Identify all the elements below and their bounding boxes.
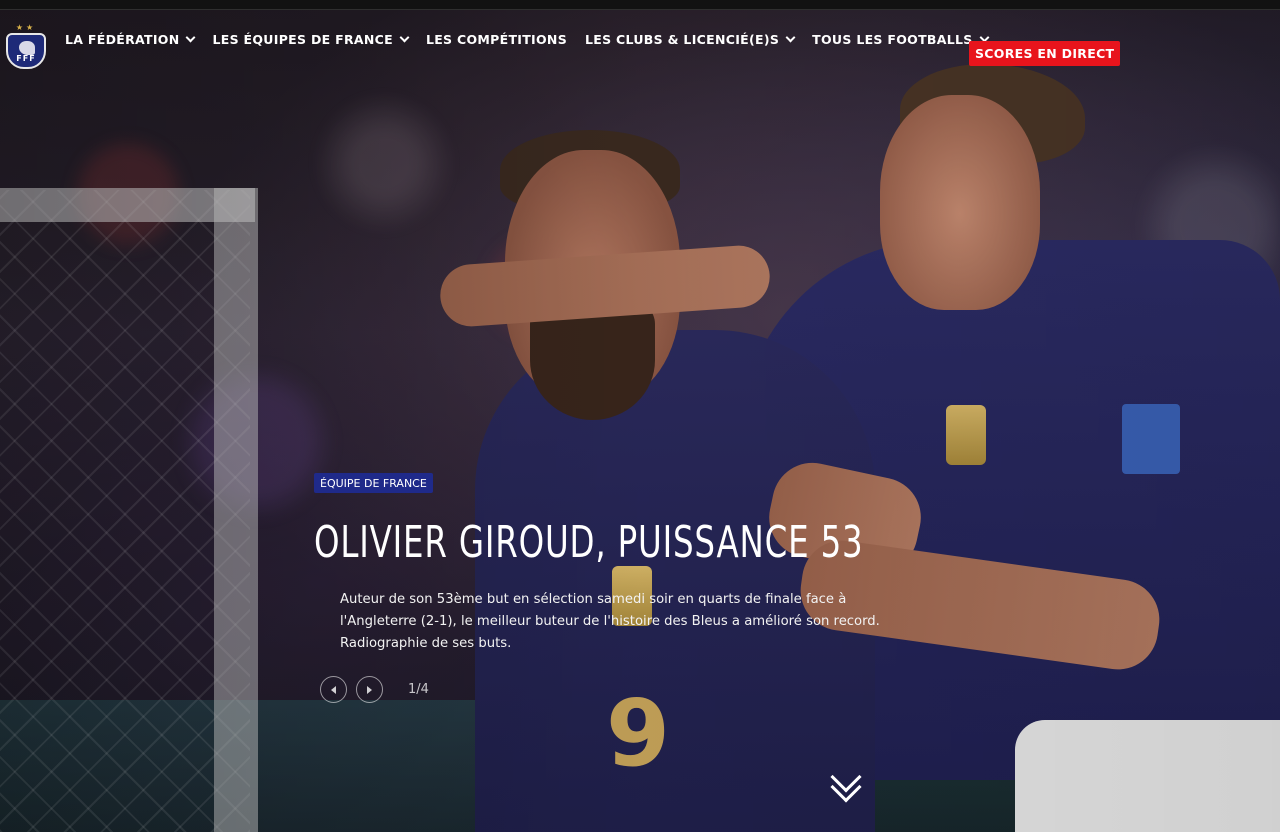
nav-item-competitions[interactable]: LES COMPÉTITIONS [426, 32, 567, 47]
nav-item-label: LES COMPÉTITIONS [425, 32, 567, 47]
nav-item-clubs-licencies[interactable]: LES CLUBS & LICENCIÉ(E)S [585, 32, 796, 47]
fff-logo[interactable]: ★★ FFF [5, 23, 47, 69]
slide-counter: 1/4 [408, 682, 429, 697]
category-tag[interactable]: ÉQUIPE DE FRANCE [314, 473, 433, 493]
top-strip [0, 0, 1280, 10]
slider-prev-button[interactable] [320, 676, 347, 703]
nav-menu: LA FÉDÉRATION LES ÉQUIPES DE FRANCE LES … [65, 32, 989, 47]
logo-text: FFF [16, 54, 36, 63]
nav-item-label: LA FÉDÉRATION [65, 32, 180, 47]
chevron-down-icon [399, 32, 410, 43]
article-summary: Auteur de son 53ème but en sélection sam… [340, 592, 880, 651]
nav-item-label: TOUS LES FOOTBALLS [812, 32, 973, 47]
slider-next-button[interactable] [356, 676, 383, 703]
scroll-down-button[interactable] [829, 761, 865, 804]
nav-item-label: LES CLUBS & LICENCIÉ(E)S [585, 32, 780, 47]
nav-item-label: LES ÉQUIPES DE FRANCE [212, 32, 393, 47]
live-scores-button[interactable]: SCORES EN DIRECT [969, 41, 1121, 66]
hero-background: 9 [0, 0, 1280, 832]
article-headline[interactable]: OLIVIER GIROUD, PUISSANCE 53 [314, 514, 864, 572]
nav-item-federation[interactable]: LA FÉDÉRATION [65, 32, 196, 47]
chevron-left-icon [331, 685, 336, 694]
nav-item-tous-les-footballs[interactable]: TOUS LES FOOTBALLS [812, 32, 989, 47]
logo-stars: ★★ [15, 23, 37, 32]
slider-controls: 1/4 [320, 676, 429, 703]
logo-shield-icon: FFF [6, 33, 46, 69]
chevron-down-icon [785, 32, 796, 43]
nav-item-equipes-de-france[interactable]: LES ÉQUIPES DE FRANCE [212, 32, 410, 47]
hero-overlay [0, 0, 1280, 832]
chevron-right-icon [367, 685, 372, 694]
chevron-down-icon [186, 32, 196, 43]
